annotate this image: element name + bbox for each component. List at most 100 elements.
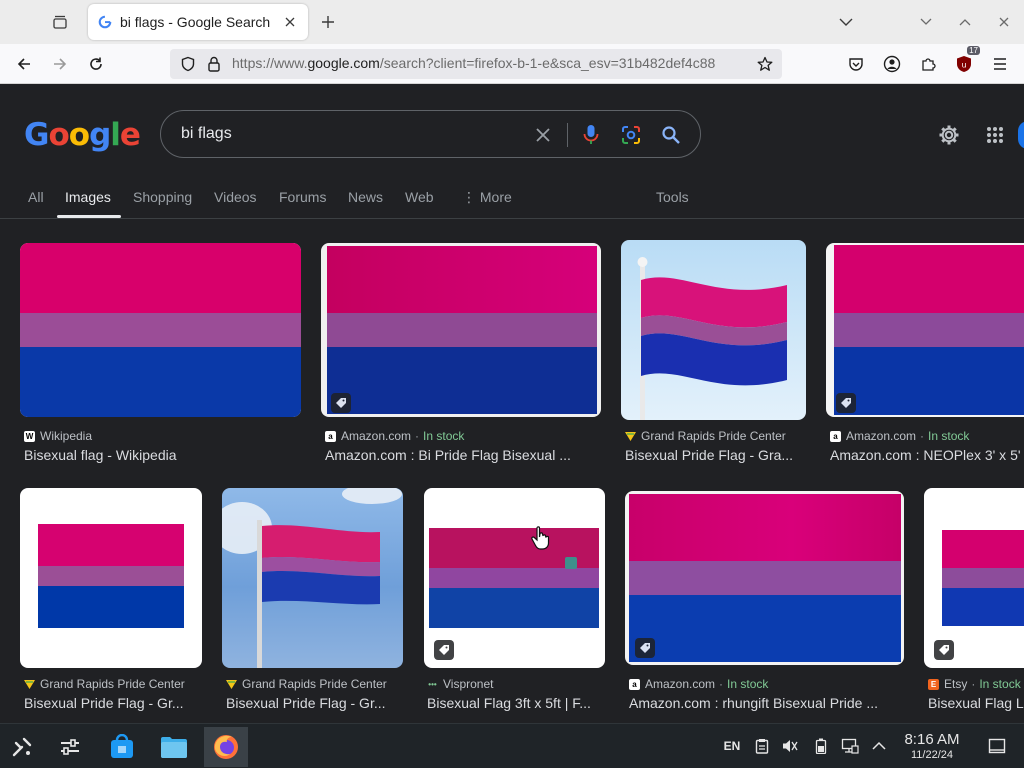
shopping-tag-icon: [635, 638, 655, 658]
result-source-name: Amazon.com: [341, 429, 412, 443]
keyboard-layout[interactable]: EN: [722, 736, 742, 756]
app-launcher-icon[interactable]: [0, 727, 44, 767]
shopping-tag-icon: [836, 393, 856, 413]
result-source[interactable]: ••• Vispronet: [427, 677, 493, 691]
result-image[interactable]: [321, 243, 601, 417]
show-hidden-tray-chevron-icon[interactable]: [869, 736, 889, 756]
amazon-favicon-icon: a: [830, 430, 841, 442]
result-title[interactable]: Amazon.com : Bi Pride Flag Bisexual ...: [325, 447, 605, 463]
clock-time: 8:16 AM: [904, 731, 960, 748]
battery-icon[interactable]: [811, 736, 831, 756]
list-all-tabs-icon[interactable]: [48, 10, 72, 34]
stock-status: In stock: [928, 429, 970, 443]
result-source[interactable]: Grand Rapids Pride Center: [24, 677, 185, 691]
google-logo[interactable]: Google: [24, 117, 141, 153]
browser-tab-active[interactable]: bi flags - Google Search: [88, 4, 308, 40]
ublock-origin-icon[interactable]: u 17: [952, 46, 980, 76]
search-box[interactable]: bi flags: [160, 110, 701, 158]
maximize-icon[interactable]: [955, 12, 975, 32]
file-manager-folder-icon[interactable]: [152, 727, 196, 767]
back-icon[interactable]: [12, 52, 36, 76]
pride-center-favicon-icon: [226, 679, 237, 690]
google-favicon-icon: [98, 15, 112, 29]
lock-icon[interactable]: [202, 52, 226, 76]
result-source[interactable]: E Etsy · In stock: [928, 677, 1021, 691]
account-icon[interactable]: [880, 52, 904, 76]
close-window-icon[interactable]: [994, 12, 1014, 32]
bi-flag-image: [429, 528, 599, 628]
reload-icon[interactable]: [84, 52, 108, 76]
voice-search-mic-icon[interactable]: [579, 123, 603, 147]
tab-shopping[interactable]: Shopping: [133, 189, 192, 205]
bi-flag-image: [327, 246, 597, 414]
result-title[interactable]: Bisexual Flag 3ft x 5ft | F...: [427, 695, 605, 711]
tab-web[interactable]: Web: [405, 189, 434, 205]
result-title[interactable]: Bisexual Pride Flag - Gr...: [226, 695, 404, 711]
close-tab-icon[interactable]: [282, 14, 298, 30]
result-title[interactable]: Bisexual Pride Flag - Gra...: [625, 447, 805, 463]
result-source[interactable]: a Amazon.com · In stock: [629, 677, 768, 691]
result-source[interactable]: a Amazon.com · In stock: [830, 429, 969, 443]
result-image[interactable]: [924, 488, 1024, 668]
result-title[interactable]: Amazon.com : rhungift Bisexual Pride ...: [629, 695, 899, 711]
result-source-name: Etsy: [944, 677, 968, 691]
tab-images[interactable]: Images: [65, 189, 111, 205]
tools-button[interactable]: Tools: [656, 189, 689, 205]
shopping-tag-icon: [934, 640, 954, 660]
volume-muted-icon[interactable]: [780, 736, 800, 756]
lens-camera-icon[interactable]: [619, 123, 643, 147]
settings-gear-icon[interactable]: [937, 123, 961, 147]
result-image[interactable]: [826, 243, 1024, 417]
clear-search-icon[interactable]: [531, 123, 555, 147]
tab-overflow-chevron-icon[interactable]: [836, 12, 856, 32]
result-image[interactable]: [222, 488, 403, 668]
vispronet-favicon-icon: •••: [428, 679, 437, 689]
network-wired-icon[interactable]: [840, 736, 860, 756]
account-avatar[interactable]: [1018, 121, 1024, 149]
bi-flag-image: [20, 243, 301, 417]
result-source[interactable]: W Wikipedia: [24, 429, 92, 443]
forward-icon[interactable]: [48, 52, 72, 76]
google-apps-grid-icon[interactable]: [983, 123, 1007, 147]
result-image[interactable]: [424, 488, 605, 668]
new-tab-icon[interactable]: [318, 12, 338, 32]
tab-more[interactable]: ⋮ More: [462, 189, 512, 206]
system-settings-sliders-icon[interactable]: [48, 727, 92, 767]
bookmark-star-icon[interactable]: [753, 52, 777, 76]
search-magnifier-icon[interactable]: [659, 123, 683, 147]
bi-flag-image: [942, 530, 1024, 626]
tab-news[interactable]: News: [348, 189, 383, 205]
app-menu-hamburger-icon[interactable]: [988, 52, 1012, 76]
result-source[interactable]: Grand Rapids Pride Center: [625, 429, 786, 443]
extensions-puzzle-icon[interactable]: [916, 52, 940, 76]
result-image[interactable]: [20, 488, 202, 668]
result-image[interactable]: [20, 243, 301, 417]
result-source-name: Wikipedia: [40, 429, 93, 443]
address-bar[interactable]: https://www.google.com/search?client=fir…: [170, 49, 782, 79]
clipboard-icon[interactable]: [752, 736, 772, 756]
result-image[interactable]: [621, 240, 806, 420]
result-source[interactable]: a Amazon.com · In stock: [325, 429, 464, 443]
result-title[interactable]: Amazon.com : NEOPlex 3' x 5': [830, 447, 1024, 463]
shopping-tag-icon: [434, 640, 454, 660]
tab-forums[interactable]: Forums: [279, 189, 326, 205]
discover-store-icon[interactable]: [100, 727, 144, 767]
system-clock[interactable]: 8:16 AM 11/22/24: [896, 731, 968, 762]
result-image[interactable]: [625, 491, 904, 665]
tab-videos[interactable]: Videos: [214, 189, 257, 205]
result-title[interactable]: Bisexual Pride Flag - Gr...: [24, 695, 202, 711]
show-desktop-icon[interactable]: [987, 736, 1007, 756]
firefox-icon[interactable]: [204, 727, 248, 767]
pride-center-favicon-icon: [24, 679, 35, 690]
amazon-favicon-icon: a: [629, 678, 640, 690]
tab-all[interactable]: All: [28, 189, 44, 205]
extension-badge: 17: [967, 46, 980, 55]
separator-dot: ·: [920, 429, 925, 443]
search-input[interactable]: bi flags: [181, 125, 232, 143]
result-source[interactable]: Grand Rapids Pride Center: [226, 677, 387, 691]
minimize-icon[interactable]: [916, 12, 936, 32]
result-title[interactable]: Bisexual Flag L: [928, 695, 1024, 711]
result-title[interactable]: Bisexual flag - Wikipedia: [24, 447, 304, 463]
pocket-icon[interactable]: [844, 52, 868, 76]
tracking-protection-shield-icon[interactable]: [176, 52, 200, 76]
